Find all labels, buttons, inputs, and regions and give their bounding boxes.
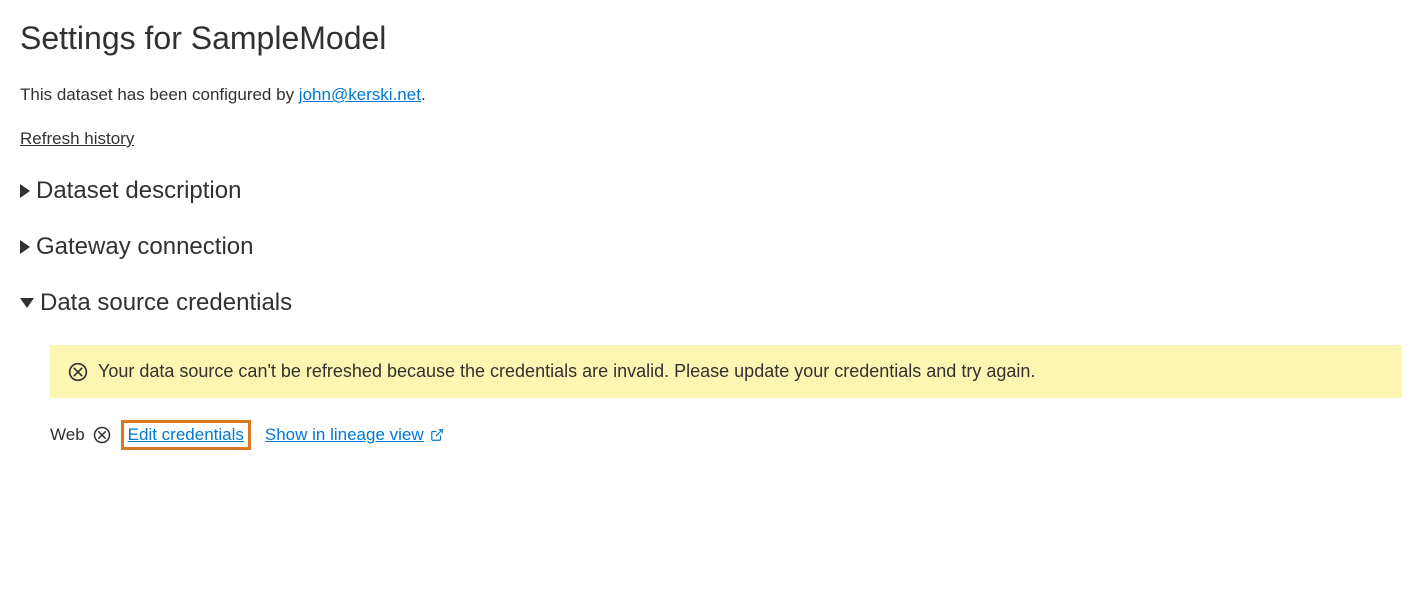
refresh-history-link[interactable]: Refresh history [20,129,134,149]
page-title: Settings for SampleModel [20,20,1402,57]
lineage-link-wrap: Show in lineage view [265,425,444,445]
warning-text: Your data source can't be refreshed beca… [98,361,1035,382]
edit-credentials-highlight: Edit credentials [121,420,251,450]
section-header-data-source-credentials[interactable]: Data source credentials [20,289,1402,317]
error-circle-icon [68,362,88,382]
section-data-source-credentials: Data source credentials Your data source… [20,289,1402,450]
show-lineage-link[interactable]: Show in lineage view [265,425,424,445]
section-header-gateway-connection[interactable]: Gateway connection [20,233,1402,261]
datasource-type-label: Web [50,425,85,445]
section-label: Gateway connection [36,233,253,261]
section-label: Data source credentials [40,289,292,317]
configured-by-email-link[interactable]: john@kerski.net [299,85,421,104]
section-header-dataset-description[interactable]: Dataset description [20,177,1402,205]
configured-by-text: This dataset has been configured by john… [20,85,1402,105]
datasource-row: Web Edit credentials Show in lineage vie… [50,420,1402,450]
configured-prefix: This dataset has been configured by [20,85,299,104]
edit-credentials-link[interactable]: Edit credentials [128,425,244,445]
section-body-data-source-credentials: Your data source can't be refreshed beca… [20,345,1402,450]
configured-suffix: . [421,85,426,104]
warning-banner: Your data source can't be refreshed beca… [50,345,1402,398]
caret-down-icon [20,298,34,308]
section-dataset-description: Dataset description [20,177,1402,205]
caret-right-icon [20,184,30,198]
external-link-icon [430,428,444,442]
section-gateway-connection: Gateway connection [20,233,1402,261]
error-circle-icon [93,426,111,444]
error-icon-wrap [68,362,88,382]
section-label: Dataset description [36,177,241,205]
caret-right-icon [20,240,30,254]
